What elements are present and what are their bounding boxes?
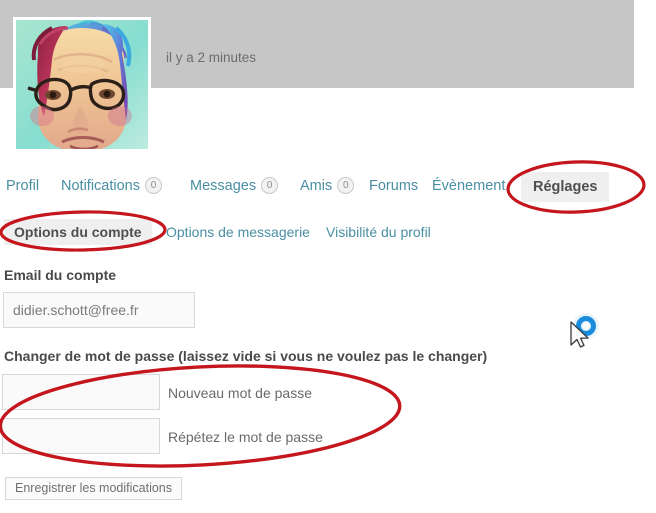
- nav-item-label: Évènement: [432, 178, 506, 194]
- email-input[interactable]: [3, 292, 195, 328]
- busy-spinner-ring: [576, 316, 596, 336]
- subnav-item-label: Options de messagerie: [166, 224, 310, 240]
- nav-item-label: Notifications: [61, 178, 140, 194]
- nav-item-count-badge: 0: [144, 177, 162, 194]
- nav-item-label: Amis: [300, 178, 333, 194]
- email-field-label: Email du compte: [4, 267, 117, 283]
- save-changes-button[interactable]: Enregistrer les modifications: [5, 477, 183, 500]
- new-password-input[interactable]: [2, 374, 160, 410]
- new-password-caption: Nouveau mot de passe: [168, 385, 312, 401]
- avatar-portrait-icon: [16, 20, 148, 149]
- subnav-item-options-du-compte[interactable]: Options du compte: [4, 219, 152, 245]
- nav-item-notifications[interactable]: Notifications 0: [61, 172, 162, 200]
- repeat-password-input[interactable]: [2, 418, 160, 454]
- nav-item-reglages[interactable]: Réglages: [521, 172, 610, 202]
- nav-item-profil[interactable]: Profil: [6, 172, 39, 200]
- nav-item-label: Messages: [190, 178, 257, 194]
- nav-item-forums[interactable]: Forums: [369, 172, 418, 200]
- nav-item-label: Forums: [369, 178, 419, 194]
- nav-item-label: Réglages: [533, 179, 598, 195]
- busy-spinner-glow: [573, 313, 599, 339]
- primary-nav: Profil Notifications 0 Messages 0 Amis 0 Fo…: [0, 172, 656, 206]
- subnav-item-visibilite-du-profil[interactable]: Visibilité du profil: [326, 219, 431, 245]
- nav-item-count-badge: 0: [261, 177, 279, 194]
- mouse-pointer-icon: [570, 321, 589, 348]
- repeat-password-caption: Répétez le mot de passe: [168, 429, 323, 445]
- subnav-item-label: Visibilité du profil: [326, 224, 431, 240]
- busy-spinner-center: [583, 323, 589, 329]
- subnav-item-label: Options du compte: [14, 224, 142, 240]
- nav-item-evenement[interactable]: Évènement: [432, 172, 505, 200]
- nav-item-messages[interactable]: Messages 0: [190, 172, 279, 200]
- sub-nav: Options du compte Options de messagerie …: [0, 219, 656, 247]
- password-section-heading: Changer de mot de passe (laissez vide si…: [4, 348, 488, 364]
- nav-item-count-badge: 0: [337, 177, 355, 194]
- member-last-active-text: il y a 2 minutes: [166, 50, 257, 65]
- nav-item-amis[interactable]: Amis 0: [300, 172, 355, 200]
- arrow-busy-cursor: [570, 313, 599, 348]
- avatar[interactable]: [13, 17, 151, 152]
- nav-item-label: Profil: [6, 178, 40, 194]
- subnav-item-options-de-messagerie[interactable]: Options de messagerie: [166, 219, 310, 245]
